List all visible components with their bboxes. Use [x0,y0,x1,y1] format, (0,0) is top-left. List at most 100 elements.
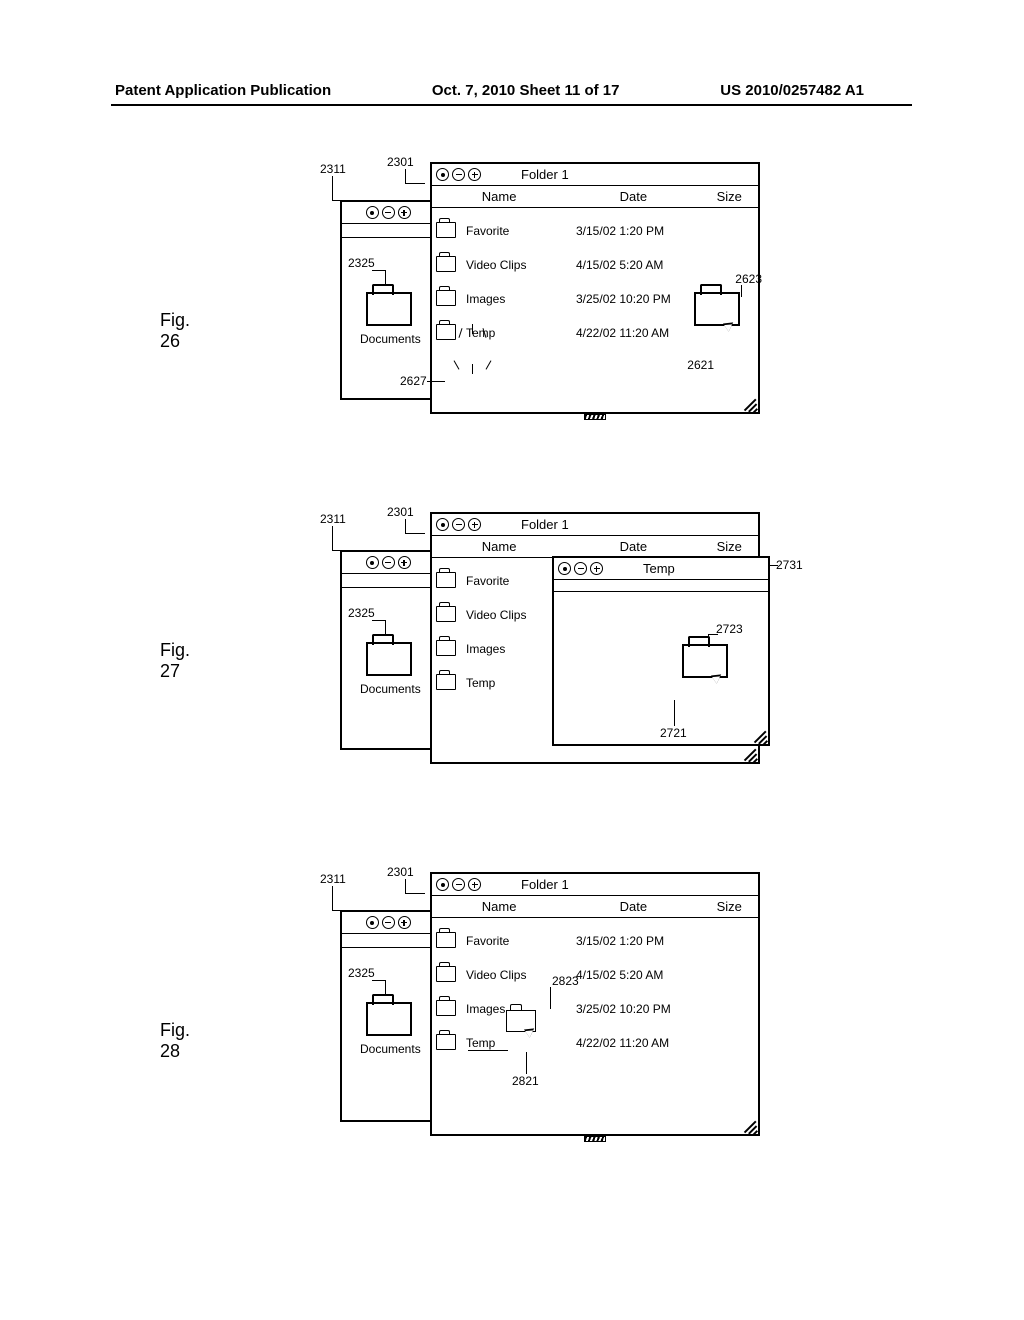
folder-icon[interactable] [366,642,412,676]
close-icon[interactable] [366,556,379,569]
ref-2721: 2721 [660,726,687,740]
col-name[interactable]: Name [432,539,566,554]
close-icon[interactable] [436,168,449,181]
main-window-28[interactable]: Folder 1 Name Date Size Favorite 3/15/02… [430,872,760,1136]
folder-icon[interactable] [366,292,412,326]
folder-icon [436,222,456,238]
folder-icon [436,966,456,982]
sidebar-documents-label: Documents [360,1042,421,1056]
col-size[interactable]: Size [700,539,758,554]
list-item[interactable]: Video Clips 4/15/02 5:20 AM [436,958,754,992]
zoom-icon[interactable] [398,206,411,219]
window-controls[interactable] [366,556,411,569]
window-controls[interactable] [366,206,411,219]
folder-icon [436,290,456,306]
ref-2823: 2823 [552,974,579,988]
folder-icon [436,572,456,588]
minimize-icon[interactable] [382,916,395,929]
window-controls[interactable] [436,518,481,531]
zoom-icon[interactable] [468,168,481,181]
window-controls[interactable] [436,168,481,181]
minimize-icon[interactable] [574,562,587,575]
minimize-icon[interactable] [452,878,465,891]
folder-icon [436,1034,456,1050]
zoom-icon[interactable] [468,518,481,531]
list-item[interactable]: Favorite 3/15/02 1:20 PM [436,214,754,248]
list-item[interactable]: Temp 4/22/02 11:20 AM [436,1026,754,1060]
folder-icon [436,324,456,340]
resize-grip-icon[interactable] [742,1118,756,1132]
page-header: Patent Application Publication Oct. 7, 2… [115,82,864,99]
ref-2301: 2301 [387,865,414,879]
sidebar-documents-label: Documents [360,332,421,346]
header-left: Patent Application Publication [115,82,331,99]
col-size[interactable]: Size [700,189,758,204]
folder-icon [436,1000,456,1016]
close-icon[interactable] [366,916,379,929]
scroll-indicator-icon [584,414,606,420]
zoom-icon[interactable] [398,916,411,929]
drag-outline-icon [682,644,728,678]
ref-2311: 2311 [320,512,346,526]
sidebar-window[interactable]: 2325 Documents [340,550,436,750]
minimize-icon[interactable] [382,206,395,219]
minimize-icon[interactable] [382,556,395,569]
close-icon[interactable] [558,562,571,575]
resize-grip-icon[interactable] [742,396,756,410]
list-item[interactable]: Video Clips 4/15/02 5:20 AM [436,248,754,282]
ref-2311: 2311 [320,872,346,886]
figure-label-28: Fig. 28 [160,1020,190,1062]
ref-2627: 2627 [400,374,427,388]
col-name[interactable]: Name [432,899,566,914]
window-title: Temp [643,561,675,576]
zoom-icon[interactable] [398,556,411,569]
ref-2623: 2623 [735,272,762,286]
window-controls[interactable] [436,878,481,891]
folder-icon[interactable] [366,1002,412,1036]
ref-2325: 2325 [348,966,375,980]
scroll-indicator-icon [584,1136,606,1142]
resize-grip-icon[interactable] [742,746,756,760]
ref-2311: 2311 [320,162,346,176]
folder-icon [436,256,456,272]
list-item[interactable]: Favorite 3/15/02 1:20 PM [436,924,754,958]
close-icon[interactable] [436,518,449,531]
col-name[interactable]: Name [432,189,566,204]
ref-2325: 2325 [348,256,375,270]
col-date[interactable]: Date [566,539,700,554]
sidebar-documents-label: Documents [360,682,421,696]
list-item[interactable]: Images 3/25/02 10:20 PM [436,992,754,1026]
minimize-icon[interactable] [452,518,465,531]
minimize-icon[interactable] [452,168,465,181]
window-controls[interactable] [558,562,603,575]
ref-2621: 2621 [687,358,714,372]
ref-2723: 2723 [716,622,743,636]
resize-grip-icon[interactable] [752,728,766,742]
figure-label-26: Fig. 26 [160,310,190,352]
window-title: Folder 1 [521,517,569,532]
sidebar-window[interactable]: 2325 Documents [340,910,436,1122]
ref-2325: 2325 [348,606,375,620]
col-date[interactable]: Date [566,189,700,204]
figure-label-27: Fig. 27 [160,640,190,682]
close-icon[interactable] [366,206,379,219]
zoom-icon[interactable] [468,878,481,891]
header-center: Oct. 7, 2010 Sheet 11 of 17 [432,82,620,99]
window-controls[interactable] [366,916,411,929]
sidebar-window[interactable]: 2325 Documents [340,200,436,400]
drag-outline-icon [694,292,740,326]
ref-2301: 2301 [387,155,414,169]
ref-2731: 2731 [776,558,803,572]
temp-window[interactable]: Temp [552,556,770,746]
folder-icon [436,932,456,948]
window-title: Folder 1 [521,877,569,892]
ref-2821: 2821 [512,1074,539,1088]
column-header: Name Date Size [432,186,758,208]
zoom-icon[interactable] [590,562,603,575]
folder-icon [436,640,456,656]
col-size[interactable]: Size [700,899,758,914]
close-icon[interactable] [436,878,449,891]
col-date[interactable]: Date [566,899,700,914]
main-window-26[interactable]: Folder 1 Name Date Size Favorite 3/15/02… [430,162,760,414]
ref-2301: 2301 [387,505,414,519]
